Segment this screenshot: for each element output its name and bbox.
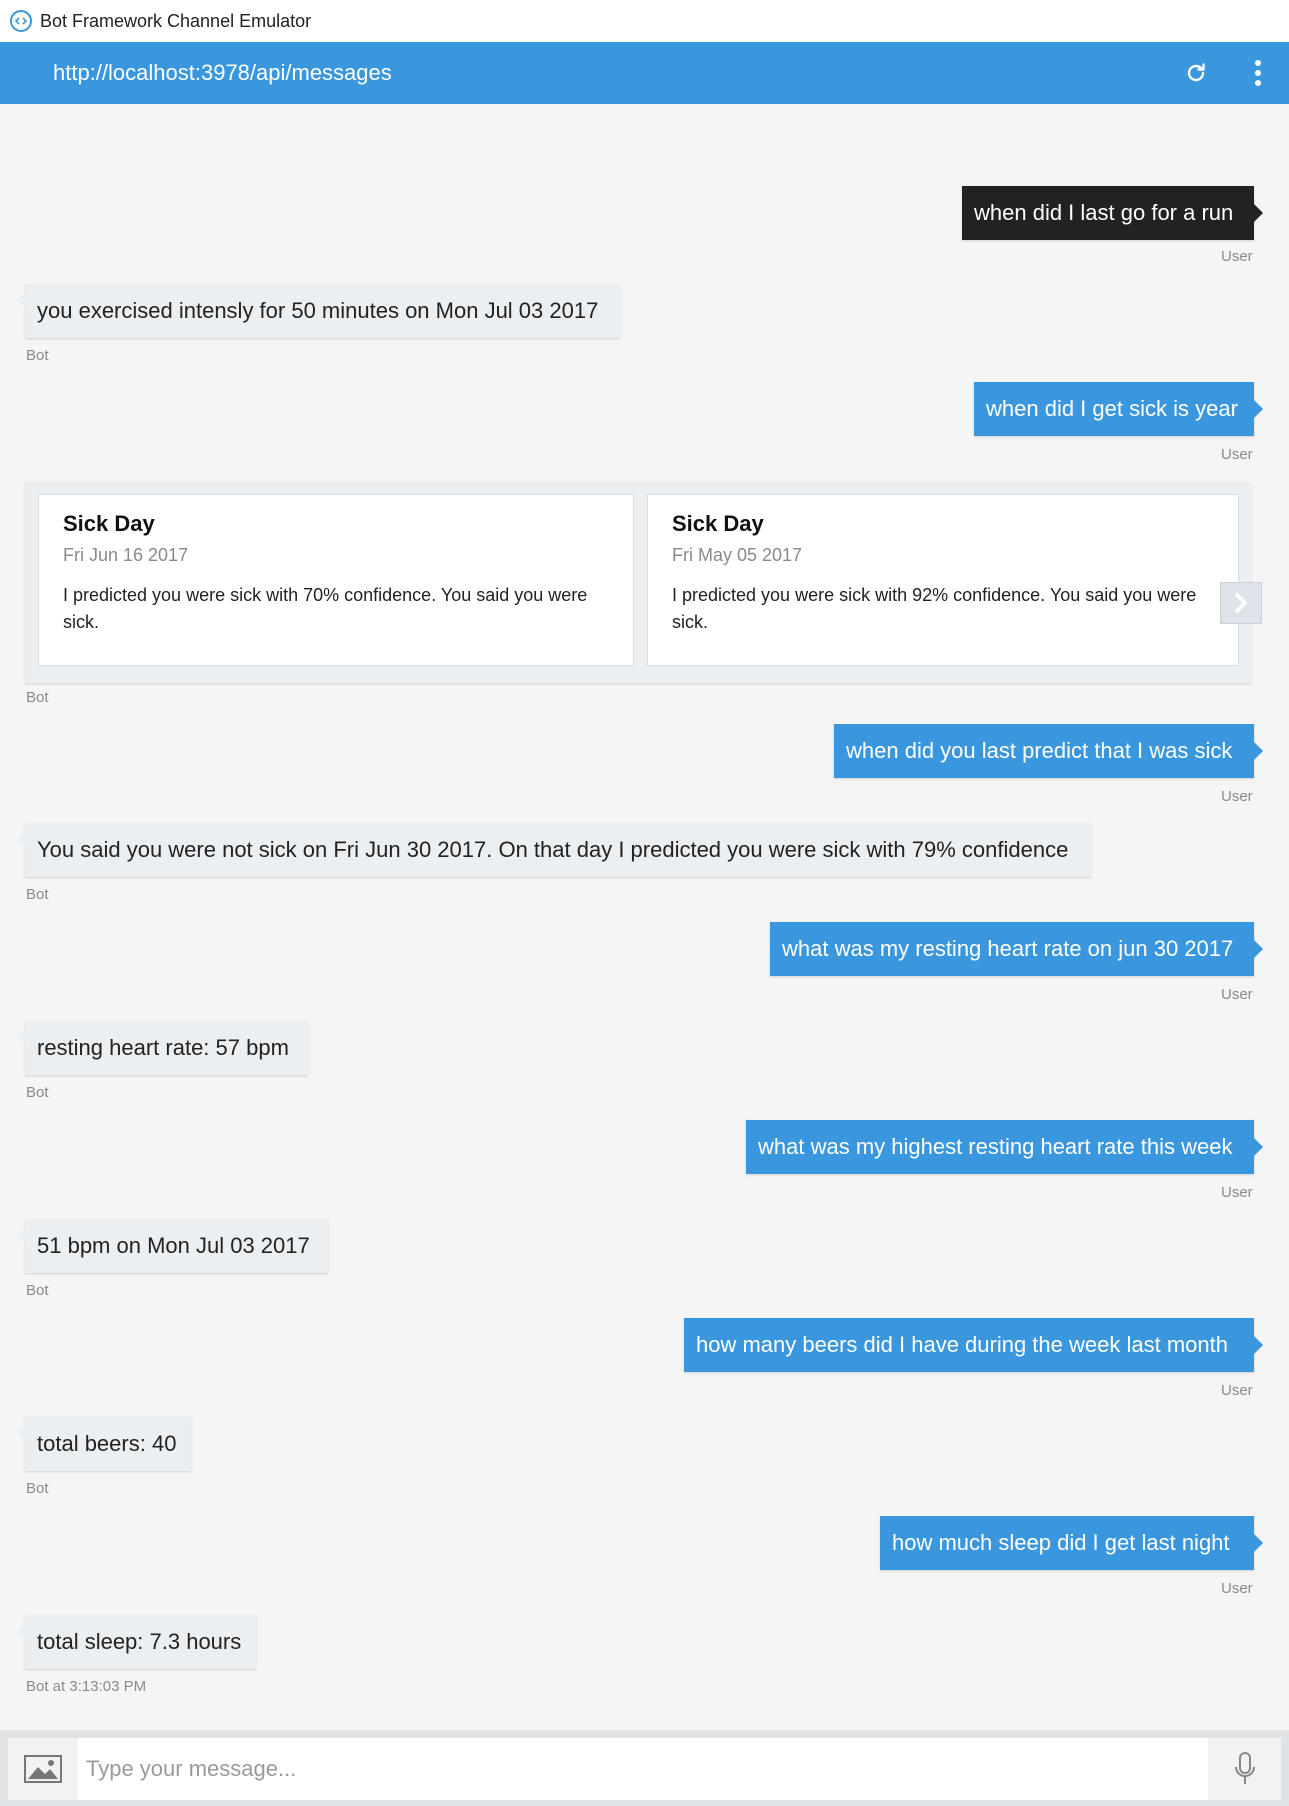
bot-message[interactable]: total beers: 40 [17, 1417, 191, 1471]
message-composer [0, 1730, 1289, 1806]
more-vertical-icon[interactable] [1242, 57, 1274, 89]
refresh-icon[interactable] [1180, 57, 1212, 89]
card-title: Sick Day [63, 511, 155, 536]
card-title: Sick Day [672, 511, 764, 536]
user-message[interactable]: how much sleep did I get last night [880, 1516, 1263, 1570]
window-titlebar: Bot Framework Channel Emulator [0, 0, 1289, 42]
user-message[interactable]: when did I last go for a run [962, 186, 1263, 240]
bot-message[interactable]: resting heart rate: 57 bpm [17, 1021, 308, 1075]
chevron-right-icon [1234, 592, 1248, 614]
hero-card[interactable]: Sick Day Fri Jun 16 2017 I predicted you… [38, 494, 634, 666]
message-meta: User [1221, 788, 1253, 805]
message-meta: User [1221, 1580, 1253, 1597]
bot-message[interactable]: you exercised intensly for 50 minutes on… [17, 284, 620, 338]
emulator-header: http://localhost:3978/api/messages [0, 42, 1289, 104]
bot-emulator-icon [10, 10, 32, 32]
window-title: Bot Framework Channel Emulator [40, 10, 312, 31]
bot-message[interactable]: 51 bpm on Mon Jul 03 2017 [17, 1219, 328, 1273]
chat-history[interactable]: when did I last go for a run User you ex… [0, 104, 1289, 1730]
user-message[interactable]: what was my resting heart rate on jun 30… [770, 922, 1263, 976]
message-meta: Bot [26, 886, 49, 903]
bot-message[interactable]: total sleep: 7.3 hours [17, 1615, 256, 1669]
card-text: I predicted you were sick with 92% confi… [672, 585, 1197, 632]
card-subtitle: Fri May 05 2017 [672, 545, 803, 565]
user-message[interactable]: how many beers did I have during the wee… [684, 1318, 1263, 1372]
message-meta: User [1221, 1382, 1253, 1399]
card-subtitle: Fri Jun 16 2017 [63, 545, 189, 565]
hero-card[interactable]: Sick Day Fri May 05 2017 I predicted you… [647, 494, 1239, 666]
message-meta: User [1221, 446, 1253, 463]
user-message[interactable]: when did I get sick is year [974, 382, 1263, 436]
endpoint-url[interactable]: http://localhost:3978/api/messages [53, 60, 392, 86]
message-meta: Bot [26, 347, 49, 364]
message-meta: User [1221, 1184, 1253, 1201]
message-meta: User [1221, 986, 1253, 1003]
hero-card-carousel: Sick Day Fri Jun 16 2017 I predicted you… [25, 482, 1251, 683]
microphone-icon[interactable] [1208, 1738, 1281, 1800]
image-icon[interactable] [8, 1738, 78, 1800]
card-text: I predicted you were sick with 70% confi… [63, 585, 588, 632]
message-meta: User [1221, 248, 1253, 265]
composer-input-wrap [8, 1738, 1281, 1800]
message-timestamp: Bot at 3:13:03 PM [26, 1678, 147, 1695]
user-message[interactable]: what was my highest resting heart rate t… [746, 1120, 1263, 1174]
message-meta: Bot [26, 1282, 49, 1299]
message-meta: Bot [26, 689, 49, 706]
user-message[interactable]: when did you last predict that I was sic… [834, 724, 1263, 778]
carousel-next-button[interactable] [1220, 582, 1262, 624]
bot-message[interactable]: You said you were not sick on Fri Jun 30… [17, 823, 1091, 877]
message-meta: Bot [26, 1480, 49, 1497]
message-meta: Bot [26, 1084, 49, 1101]
message-input[interactable] [78, 1738, 1208, 1800]
